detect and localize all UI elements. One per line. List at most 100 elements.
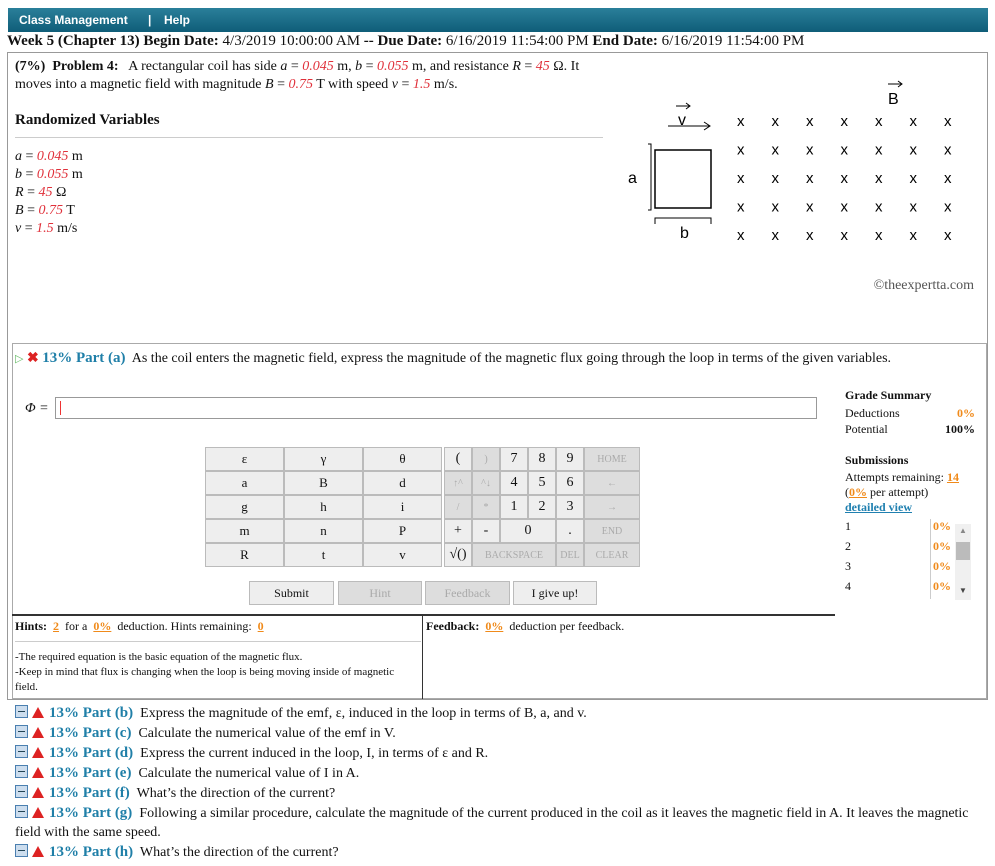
class-management-link[interactable]: Class Management — [19, 13, 128, 27]
warning-icon — [32, 806, 44, 818]
collapse-icon — [15, 764, 28, 778]
field-x-mark: x — [944, 113, 952, 130]
part-a-question: ▷ ✖ 13% Part (a) As the coil enters the … — [15, 350, 892, 366]
variables-list: a = 0.045 m b = 0.055 m R = 45 Ω B = 0.7… — [15, 148, 83, 238]
hints-divider — [422, 616, 423, 699]
divider — [15, 137, 603, 138]
play-icon[interactable]: ▷ — [15, 353, 23, 365]
field-x-mark: x — [910, 142, 918, 159]
part-g-row[interactable]: 13% Part (g) Following a similar procedu… — [15, 804, 975, 844]
keypad-var-key[interactable]: R — [205, 543, 284, 567]
part-h-row[interactable]: 13% Part (h) What’s the direction of the… — [15, 843, 975, 863]
keypad-var-key[interactable]: h — [284, 495, 363, 519]
detailed-view-link[interactable]: detailed view — [845, 500, 975, 515]
keypad-op-key[interactable]: END — [584, 519, 640, 543]
keypad-var-key[interactable]: d — [363, 471, 442, 495]
collapse-icon — [15, 724, 28, 738]
keypad-op-key[interactable]: - — [472, 519, 500, 543]
grade-summary-title: Grade Summary — [845, 388, 932, 402]
keypad-op-key[interactable]: 4 — [500, 471, 528, 495]
collapse-icon — [15, 804, 28, 818]
field-x-mark: x — [806, 227, 814, 244]
keypad-var-key[interactable]: i — [363, 495, 442, 519]
field-x-mark: x — [772, 142, 780, 159]
keypad-op-key[interactable]: BACKSPACE — [472, 543, 556, 567]
part-b-row[interactable]: 13% Part (b) Express the magnitude of th… — [15, 704, 975, 724]
field-x-mark: x — [875, 142, 883, 159]
keypad-op-key[interactable]: 8 — [528, 447, 556, 471]
part-d-row[interactable]: 13% Part (d) Express the current induced… — [15, 744, 975, 764]
field-x-mark: x — [910, 113, 918, 130]
field-x-mark: x — [806, 199, 814, 216]
keypad-var-key[interactable]: t — [284, 543, 363, 567]
keypad-op-key[interactable]: 9 — [556, 447, 584, 471]
hints-header: Hints: 2 for a 0% deduction. Hints remai… — [15, 619, 264, 633]
b-field-label: B — [888, 91, 899, 108]
submit-button[interactable]: Submit — [249, 581, 334, 605]
keypad-op-key[interactable]: ^↓ — [472, 471, 500, 495]
collapse-icon — [15, 844, 28, 858]
keypad-var-key[interactable]: B — [284, 471, 363, 495]
b-dimension-label: b — [680, 225, 689, 242]
copyright-text: ©theexpertta.com — [873, 278, 974, 293]
keypad-op-key[interactable]: / — [444, 495, 472, 519]
field-x-mark: x — [806, 142, 814, 159]
feedback-button[interactable]: Feedback — [425, 581, 510, 605]
keypad-op-key[interactable]: 3 — [556, 495, 584, 519]
keypad-op-key[interactable]: ↑^ — [444, 471, 472, 495]
answer-input[interactable] — [55, 397, 817, 419]
field-x-mark: x — [944, 142, 952, 159]
field-x-mark: x — [737, 142, 745, 159]
give-up-button[interactable]: I give up! — [513, 581, 597, 605]
field-x-mark: x — [841, 227, 849, 244]
field-x-mark: x — [737, 170, 745, 187]
keypad-op-key[interactable]: ( — [444, 447, 472, 471]
part-c-row[interactable]: 13% Part (c) Calculate the numerical val… — [15, 724, 975, 744]
part-e-row[interactable]: 13% Part (e) Calculate the numerical val… — [15, 764, 975, 784]
keypad-op-key[interactable]: HOME — [584, 447, 640, 471]
keypad-op-key[interactable]: → — [584, 495, 640, 519]
keypad-op-key[interactable]: 7 — [500, 447, 528, 471]
submissions-scrollbar[interactable]: ▲ ▼ — [955, 524, 971, 600]
x-mark-icon: ✖ — [26, 351, 39, 366]
keypad-op-key[interactable]: 5 — [528, 471, 556, 495]
collapse-icon — [15, 705, 28, 718]
keypad-var-key[interactable]: γ — [284, 447, 363, 471]
keypad-op-key[interactable]: 1 — [500, 495, 528, 519]
keypad-var-key[interactable]: a — [205, 471, 284, 495]
keypad-op-key[interactable]: DEL — [556, 543, 584, 567]
keypad-op-key[interactable]: ← — [584, 471, 640, 495]
field-x-mark: x — [772, 170, 780, 187]
keypad-op-key[interactable]: √() — [444, 543, 472, 567]
help-link[interactable]: Help — [164, 13, 190, 27]
collapse-icon — [15, 784, 28, 798]
keypad-op-key[interactable]: . — [556, 519, 584, 543]
divider — [15, 641, 421, 642]
field-x-mark: x — [772, 113, 780, 130]
hint-button[interactable]: Hint — [338, 581, 422, 605]
keypad-var-key[interactable]: v — [363, 543, 442, 567]
field-x-mark: x — [841, 113, 849, 130]
keypad-op-key[interactable]: CLEAR — [584, 543, 640, 567]
keypad-var-key[interactable]: n — [284, 519, 363, 543]
keypad-op-key[interactable]: 2 — [528, 495, 556, 519]
variable-r: R = 45 Ω — [15, 185, 67, 200]
field-x-mark: x — [806, 113, 814, 130]
keypad-op-key[interactable]: ) — [472, 447, 500, 471]
field-x-mark: x — [772, 199, 780, 216]
keypad-var-key[interactable]: g — [205, 495, 284, 519]
keypad-op-key[interactable]: + — [444, 519, 472, 543]
keypad-var-key[interactable]: m — [205, 519, 284, 543]
keypad-var-key[interactable]: P — [363, 519, 442, 543]
field-x-mark: x — [875, 227, 883, 244]
part-f-row[interactable]: 13% Part (f) What’s the direction of the… — [15, 784, 975, 804]
field-x-mark: x — [944, 227, 952, 244]
keypad-var-key[interactable]: ε — [205, 447, 284, 471]
keypad-op-key[interactable]: 6 — [556, 471, 584, 495]
keypad-var-key[interactable]: θ — [363, 447, 442, 471]
field-x-mark: x — [910, 170, 918, 187]
field-x-mark: x — [841, 170, 849, 187]
hints-text: -The required equation is the basic equa… — [15, 651, 395, 693]
keypad-op-key[interactable]: * — [472, 495, 500, 519]
keypad-op-key[interactable]: 0 — [500, 519, 556, 543]
